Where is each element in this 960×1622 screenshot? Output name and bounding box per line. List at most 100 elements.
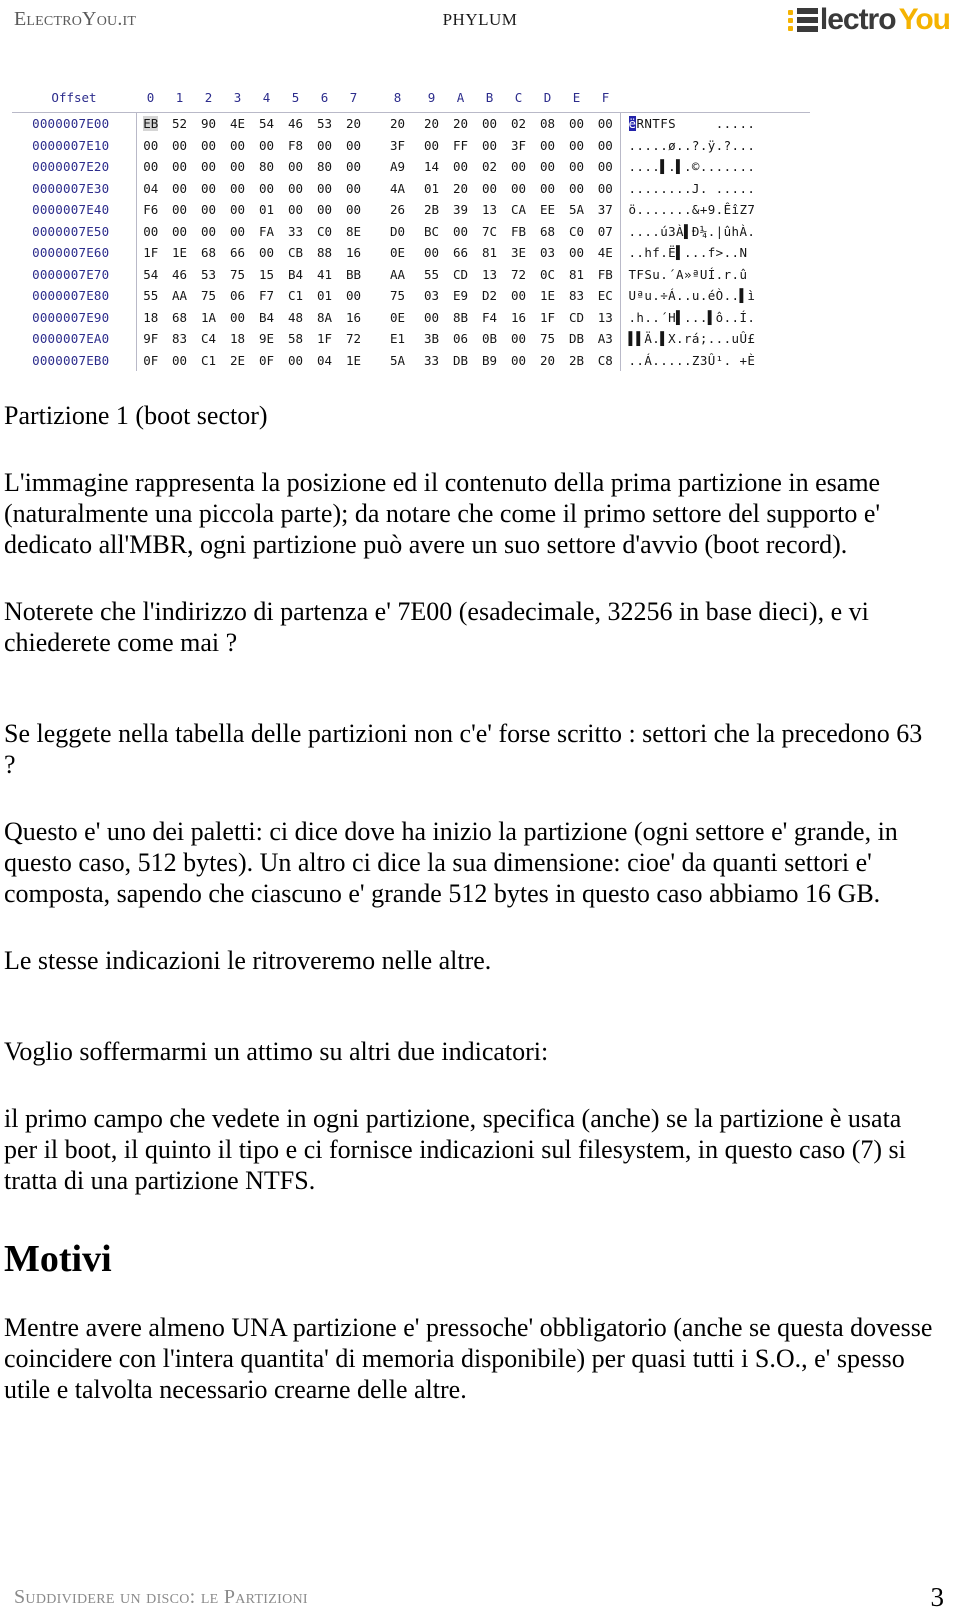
hexdump-byte-cell: 00 [568,245,585,260]
hexdump-ascii-cell: .h..´H▌...▌ô..Í. [619,306,810,328]
hexdump-offset-cell: 0000007E40 [12,199,137,221]
hexdump-row: 0000007E00 EB 52 90 4E 54 46 53 20 20 20 20 00 02 08 00… [12,112,810,135]
hexdump-col-e: E [572,90,581,106]
paragraph-tabella: Se leggete nella tabella delle partizion… [4,719,923,779]
article-body: Partizione 1 (boot sector) L'immagine ra… [4,400,934,1405]
hexdump-offset-cell: 0000007E30 [12,177,137,199]
hexdump-byte-cell: 01 [423,180,440,196]
hexdump-ascii-cell: ö.......&+9.ÊîZ7 [619,199,810,221]
hexdump-byte-cell: 33 [287,223,304,239]
hexdump-byte-cell: 00 [258,180,275,196]
hexdump-byte-cell: 3E [510,245,527,260]
hexdump-offset-cell: 0000007E20 [12,156,137,178]
hexdump-byte-cell: 46 [171,266,188,282]
hexdump-byte-cell: 03 [423,288,440,303]
hexdump-byte-cell: 55 [143,288,159,303]
hexdump-row: 0000007E80 55 AA 75 06 F7 C1 01 00 75 03 E9 D2 00 1E 83… [12,285,810,307]
hexdump-header: Offset 0 1 2 3 4 5 6 7 8 9 A B C D E F [12,86,810,113]
hexdump-byte-cell: 07 [597,223,613,239]
hexdump-byte-cell: 00 [171,180,188,196]
hexdump-byte-cell: 68 [539,223,556,239]
hexdump-col-0: 0 [146,90,155,106]
hexdump-byte-cell: 00 [258,245,275,260]
hexdump-byte-cell: 68 [200,245,217,260]
hexdump-selected-ascii-char: ë [628,116,637,131]
hexdump-byte-cell: 00 [229,223,246,239]
hexdump-row: 0000007E60 1F 1E 68 66 00 CB 88 16 0E 00 66 81 3E 03 00… [12,242,810,264]
hexdump-byte-cell: 1E [345,352,362,368]
hexdump-byte-cell: 00 [510,159,527,174]
hexdump-byte-cell: 00 [200,159,217,174]
hexdump-byte-cell: 55 [423,266,440,282]
hexdump-byte-cell: 26 [389,202,406,217]
hexdump-byte-cell: B9 [481,352,498,368]
hexdump-col-1: 1 [175,90,184,106]
hexdump-byte-cell: DB [568,331,585,346]
hexdump-byte-cell: 1F [316,331,333,346]
hexdump-row: 0000007EB0 0F 00 C1 2E 0F 00 04 1E 5A 33 DB B9 00 20 2B… [12,349,810,371]
hexdump-offset-header: Offset [51,90,97,106]
hexdump-byte-cell: 00 [597,180,613,196]
hexdump-byte-cell: 01 [258,202,275,217]
hexdump-ascii-cell: ..hf.Ë▌...f>..N [619,242,810,264]
hexdump-byte-cell: F7 [258,288,275,303]
hexdump-row: 0000007EA0 9F 83 C4 18 9E 58 1F 72 E1 3B 06 0B 00 75 DB… [12,328,810,350]
hexdump-byte-cell: 66 [452,245,469,260]
hexdump-byte-cell: 0F [143,352,159,368]
hexdump-byte-cell: F4 [481,309,498,325]
logo-dots-icon [787,7,794,33]
hexdump-byte-cell: D0 [389,223,406,239]
hexdump-byte-cell: 00 [510,288,527,303]
hexdump-byte-cell: 54 [258,116,275,131]
hexdump-byte-cell: 14 [423,159,440,174]
hexdump-byte-cell: A3 [597,331,613,346]
hexdump-row: 0000007E70 54 46 53 75 15 B4 41 BB AA 55 CD 13 72 0C 81… [12,263,810,285]
hexdump-byte-cell: 4E [597,245,613,260]
page-footer: Suddividere un disco: le Partizioni 3 [0,1582,960,1614]
hexdump-byte-cell: EC [597,288,613,303]
hexdump-byte-cell: 00 [423,309,440,325]
hexdump-byte-cell: 00 [345,180,362,196]
hexdump-byte-cell: 20 [452,116,469,131]
hexdump-byte-cell: 53 [200,266,217,282]
hexdump-byte-cell: 00 [171,202,188,217]
hexdump-byte-cell: 5A [389,352,406,368]
hexdump-byte-cell: F6 [143,202,159,217]
hexdump-byte-cell: 53 [316,116,333,131]
hexdump-byte-cell: C1 [200,352,217,368]
footer-page-number: 3 [930,1582,945,1612]
hexdump-byte-cell: 02 [481,159,498,174]
hexdump-byte-cell: 80 [316,159,333,174]
hexdump-col-f: F [601,90,610,106]
electroyou-logo: lectro You [787,3,951,37]
hexdump-byte-cell: 00 [143,223,159,239]
hexdump-byte-cell: D2 [481,288,498,303]
hexdump-byte-cell: 2B [568,352,585,368]
hexdump-byte-cell: 75 [389,288,406,303]
hexdump-byte-cell: 00 [597,159,613,174]
hexdump-byte-cell: 72 [510,266,527,282]
hexdump-ascii-cell: ....ú3À▌Ð¼.|ûhÀ. [619,220,810,242]
hexdump-byte-cell: BB [345,266,362,282]
paragraph-paletti: Questo e' uno dei paletti: ci dice dove … [4,817,898,908]
hexdump-byte-cell: 15 [258,266,275,282]
hexdump-byte-cell: 20 [539,352,556,368]
hexdump-byte-cell: 00 [229,137,246,153]
hexdump-byte-cell: 00 [539,137,556,153]
hexdump-byte-cell: C0 [568,223,585,239]
hexdump-byte-cell: E1 [389,331,406,346]
logo-text-electro: lectro [819,3,897,36]
hexdump-byte-cell: 2E [229,352,246,368]
hexdump-byte-cell: F8 [287,137,304,153]
hexdump-byte-cell: 5A [568,202,585,217]
hexdump-byte-cell: 3B [423,331,440,346]
hexdump-byte-cell: 83 [171,331,188,346]
hexdump-byte-cell: 33 [423,352,440,368]
hexdump-byte-cell: 8A [316,309,333,325]
hexdump-byte-cell: 9F [143,331,159,346]
hexdump-byte-cell: 00 [200,202,217,217]
hexdump-ascii-cell: ëRNTFS ..... [619,112,810,135]
hexdump-ascii-cell: ........J. ..... [619,177,810,199]
hexdump-byte-cell: 48 [287,309,304,325]
hexdump-byte-cell: 18 [143,309,159,325]
